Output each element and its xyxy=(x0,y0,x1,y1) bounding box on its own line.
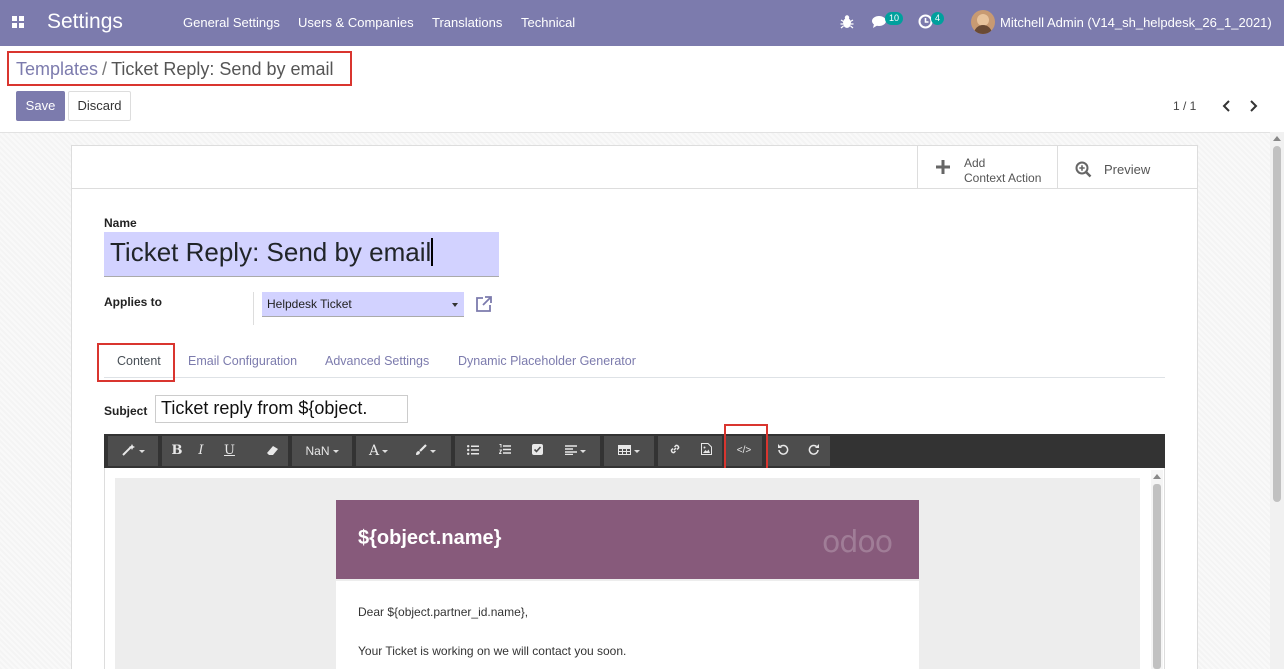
undo-button[interactable] xyxy=(769,436,797,466)
pager-previous-icon[interactable] xyxy=(1219,96,1235,116)
breadcrumb: Templates / Ticket Reply: Send by email xyxy=(16,59,334,80)
editor-scrollbar[interactable] xyxy=(1151,470,1163,669)
table-button[interactable] xyxy=(604,436,654,466)
activities-count-badge: 4 xyxy=(931,12,945,25)
background-color-button[interactable] xyxy=(401,436,449,466)
codeview-button[interactable]: </> xyxy=(726,436,762,466)
tab-dynamic-placeholder-generator[interactable]: Dynamic Placeholder Generator xyxy=(458,354,636,368)
bold-button[interactable]: B xyxy=(166,436,188,466)
email-header-title: ${object.name} xyxy=(358,527,502,549)
menu-general-settings[interactable]: General Settings xyxy=(183,15,280,30)
applies-to-select[interactable]: Helpdesk Ticket xyxy=(262,292,464,317)
clear-format-button[interactable] xyxy=(258,436,286,466)
button-box: Add Context Action Preview xyxy=(72,146,1197,189)
breadcrumb-current: Ticket Reply: Send by email xyxy=(111,59,334,79)
breadcrumb-separator: / xyxy=(102,59,108,79)
redo-button[interactable] xyxy=(800,436,828,466)
toolbar-group-style xyxy=(108,436,158,466)
ordered-list-button[interactable] xyxy=(492,436,518,466)
tab-content[interactable]: Content xyxy=(117,354,161,368)
name-value: Ticket Reply: Send by email xyxy=(110,237,432,267)
user-avatar[interactable] xyxy=(971,10,995,34)
paragraph-align-dropdown[interactable] xyxy=(553,436,598,466)
page-scrollbar[interactable] xyxy=(1270,132,1284,669)
toolbar-group-font: B I U xyxy=(162,436,288,466)
debug-bug-icon[interactable] xyxy=(840,14,854,30)
paintbrush-icon xyxy=(415,444,427,455)
toolbar-group-size: NaN xyxy=(292,436,352,466)
preview-label: Preview xyxy=(1104,162,1151,177)
add-context-label-line2: Context Action xyxy=(964,171,1042,185)
checkbox-icon xyxy=(531,444,543,455)
checklist-button[interactable] xyxy=(525,436,549,466)
menu-translations[interactable]: Translations xyxy=(432,15,502,30)
odoo-logo: odoo xyxy=(822,525,893,560)
list-ul-icon xyxy=(467,445,479,455)
toolbar-group-paragraph xyxy=(455,436,600,466)
preview-button[interactable]: Preview xyxy=(1057,146,1197,188)
toolbar-group-table xyxy=(604,436,654,466)
applies-to-label: Applies to xyxy=(104,295,163,309)
image-button[interactable] xyxy=(692,436,720,466)
add-context-label-line1: Add xyxy=(964,156,986,170)
notebook-tabs: Content Email Configuration Advanced Set… xyxy=(104,345,1165,378)
top-navbar: Settings General Settings Users & Compan… xyxy=(0,0,1284,46)
eraser-icon xyxy=(266,446,278,455)
toolbar-group-history xyxy=(766,436,830,466)
external-link-icon[interactable] xyxy=(474,294,494,314)
app-title[interactable]: Settings xyxy=(47,10,123,34)
tab-email-configuration[interactable]: Email Configuration xyxy=(188,354,297,368)
name-label: Name xyxy=(104,216,137,230)
chevron-down-icon xyxy=(452,303,458,307)
save-button[interactable]: Save xyxy=(16,91,65,121)
toolbar-group-color: A xyxy=(356,436,451,466)
align-left-icon xyxy=(565,445,577,456)
editor-toolbar: B I U NaN A </> xyxy=(104,434,1165,468)
field-separator xyxy=(253,292,254,325)
underline-button[interactable]: U xyxy=(214,436,258,466)
magic-wand-icon xyxy=(121,444,135,456)
toolbar-group-codeview: </> xyxy=(726,436,762,466)
email-greeting: Dear ${object.partner_id.name}, xyxy=(358,605,529,619)
pager-value[interactable]: 1 / 1 xyxy=(1173,99,1196,113)
table-icon xyxy=(618,445,631,455)
list-ol-icon xyxy=(498,444,511,454)
plus-icon xyxy=(936,160,950,174)
applies-to-value: Helpdesk Ticket xyxy=(267,297,352,311)
magnifier-plus-icon xyxy=(1075,161,1092,178)
undo-icon xyxy=(778,444,789,455)
user-menu[interactable]: Mitchell Admin (V14_sh_helpdesk_26_1_202… xyxy=(1000,15,1272,30)
subject-value: Ticket reply from ${object. xyxy=(161,398,368,418)
font-size-dropdown[interactable]: NaN xyxy=(292,436,352,466)
menu-users-companies[interactable]: Users & Companies xyxy=(298,15,414,30)
font-color-button[interactable]: A xyxy=(356,436,401,466)
subject-label: Subject xyxy=(104,404,148,418)
breadcrumb-templates-link[interactable]: Templates xyxy=(16,59,98,79)
tab-advanced-settings[interactable]: Advanced Settings xyxy=(325,354,429,368)
name-input[interactable]: Ticket Reply: Send by email xyxy=(104,232,499,277)
menu-technical[interactable]: Technical xyxy=(521,15,575,30)
toolbar-group-insert xyxy=(658,436,722,466)
redo-icon xyxy=(808,444,819,455)
pager-next-icon[interactable] xyxy=(1245,96,1261,116)
link-icon xyxy=(670,444,680,454)
email-body-line: Your Ticket is working on we will contac… xyxy=(358,644,627,658)
messages-count-badge: 10 xyxy=(885,12,904,25)
italic-button[interactable]: I xyxy=(190,436,212,466)
file-image-icon xyxy=(700,443,712,455)
unordered-list-button[interactable] xyxy=(460,436,486,466)
subject-input[interactable]: Ticket reply from ${object. xyxy=(155,395,408,423)
apps-menu-icon[interactable] xyxy=(12,16,24,28)
discard-button[interactable]: Discard xyxy=(68,91,131,121)
link-button[interactable] xyxy=(661,436,689,466)
add-context-action-button[interactable]: Add Context Action xyxy=(917,146,1057,188)
style-button[interactable] xyxy=(108,436,158,466)
